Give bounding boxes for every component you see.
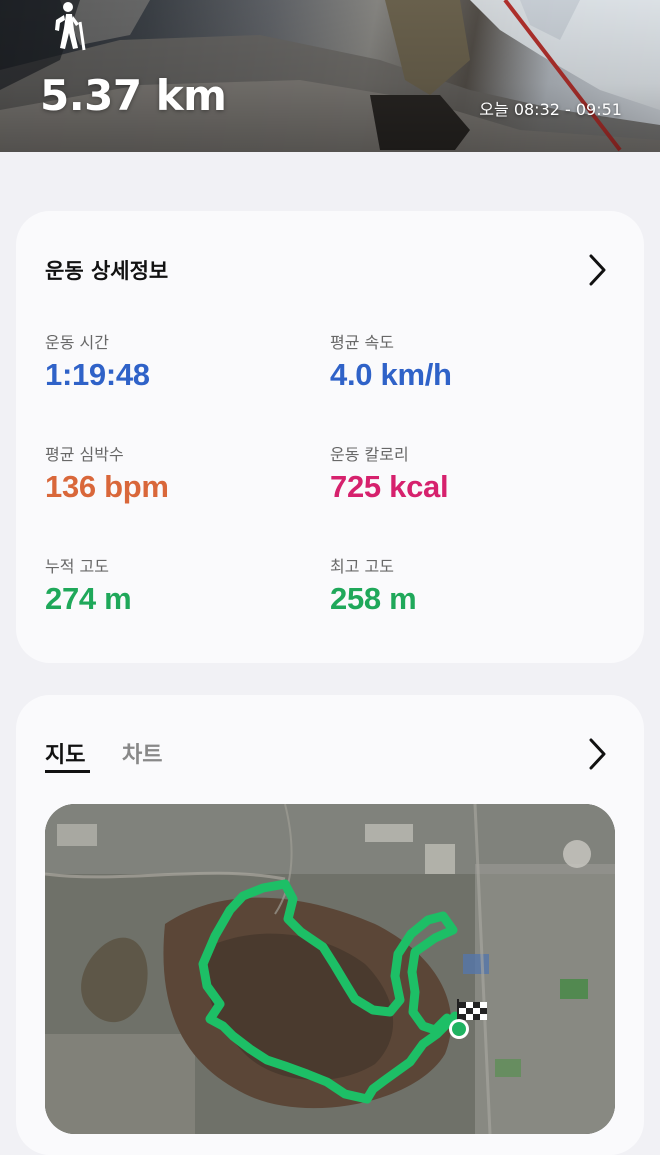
distance-value: 5.37 km <box>40 71 227 120</box>
stat-label-calories: 운동 칼로리 <box>330 445 409 464</box>
stat-label-duration: 운동 시간 <box>45 333 109 352</box>
workout-details-card: 운동 상세정보 운동 시간 1:19:48 평균 속도 4.0 km/h 평균 … <box>16 211 644 663</box>
hiking-icon <box>55 2 86 51</box>
stat-value-max-altitude: 258 m <box>330 581 417 616</box>
active-tab-indicator <box>45 770 90 773</box>
stat-value-calories: 725 kcal <box>330 469 449 504</box>
stat-value-avg-speed: 4.0 km/h <box>330 357 452 392</box>
stat-label-max-altitude: 최고 고도 <box>330 557 394 576</box>
stat-label-avg-heart-rate: 평균 심박수 <box>45 445 124 464</box>
route-map[interactable] <box>45 804 615 1134</box>
stat-value-elevation-gain: 274 m <box>45 581 132 616</box>
stat-label-elevation-gain: 누적 고도 <box>45 557 109 576</box>
workout-hero: 5.37 km 오늘 08:32 - 09:51 <box>0 0 660 152</box>
tab-chart[interactable]: 차트 <box>122 737 162 769</box>
details-title: 운동 상세정보 <box>45 259 169 283</box>
satellite-map <box>45 804 615 1134</box>
route-card: 지도 차트 <box>16 695 644 1155</box>
chevron-right-icon[interactable] <box>586 253 608 287</box>
stat-value-duration: 1:19:48 <box>45 357 150 392</box>
stat-value-avg-heart-rate: 136 bpm <box>45 469 169 504</box>
workout-time-range: 오늘 08:32 - 09:51 <box>479 100 622 119</box>
chevron-right-icon[interactable] <box>586 737 608 771</box>
tab-map[interactable]: 지도 <box>45 737 85 769</box>
stat-label-avg-speed: 평균 속도 <box>330 333 394 352</box>
